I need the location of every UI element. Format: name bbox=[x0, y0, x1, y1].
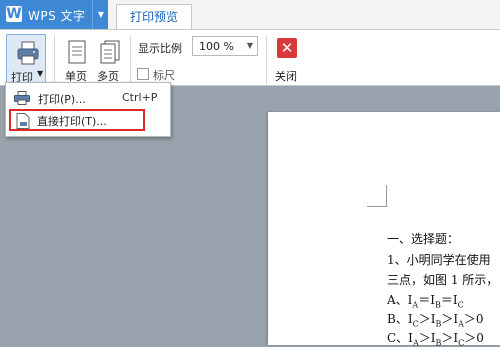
close-label: 关闭 bbox=[275, 70, 297, 83]
menu-item-print-label: 打印(P)... bbox=[38, 93, 86, 106]
w-logo-icon: W bbox=[6, 6, 22, 22]
document-line: 一、选择题： bbox=[387, 232, 460, 246]
ruler-checkbox[interactable] bbox=[137, 68, 149, 80]
printer-icon bbox=[14, 91, 30, 105]
ruler-label: 标尺 bbox=[153, 69, 175, 82]
ribbon-divider bbox=[266, 36, 267, 84]
ribbon-divider bbox=[130, 36, 131, 84]
chevron-down-icon: ▼ bbox=[246, 41, 253, 50]
ribbon-toolbar: 打印 ▼ 单页 多页 显示比例 100 % ▼ 标尺 ✕ 关闭 bbox=[0, 29, 500, 86]
menu-item-direct-print[interactable]: 直接打印(T)... bbox=[9, 109, 145, 131]
printer-icon bbox=[17, 41, 39, 65]
ribbon-divider bbox=[54, 36, 55, 84]
direct-print-icon bbox=[16, 113, 30, 129]
document-line: 三点，如图 1 所示， bbox=[387, 273, 499, 287]
print-button[interactable]: 打印 ▼ bbox=[6, 34, 46, 86]
title-bar: W WPS 文字 ▼ 打印预览 bbox=[0, 0, 500, 29]
app-title: WPS 文字 bbox=[28, 9, 86, 23]
close-preview-button[interactable]: ✕ 关闭 bbox=[274, 34, 302, 86]
close-icon: ✕ bbox=[277, 38, 297, 58]
multi-page-button[interactable]: 多页 bbox=[92, 34, 124, 86]
multi-page-icon bbox=[100, 40, 120, 64]
margin-corner-mark bbox=[367, 185, 387, 207]
zoom-value: 100 % bbox=[199, 40, 234, 53]
document-line: A、IA＝IB＝IC bbox=[387, 293, 464, 310]
menu-item-print[interactable]: 打印(P)... Ctrl+P bbox=[6, 87, 170, 109]
document-line: 1、小明同学在使用 bbox=[387, 253, 491, 267]
print-dropdown-menu: 打印(P)... Ctrl+P 直接打印(T)... bbox=[5, 82, 171, 137]
single-page-button[interactable]: 单页 bbox=[60, 34, 92, 86]
zoom-label: 显示比例 bbox=[138, 42, 182, 55]
app-menu-button[interactable]: W WPS 文字 ▼ bbox=[0, 0, 108, 29]
document-line: C、IA＞IB＞IC＞0 bbox=[387, 331, 484, 347]
single-page-icon bbox=[68, 40, 86, 64]
tab-print-preview[interactable]: 打印预览 bbox=[116, 4, 192, 29]
chevron-down-icon: ▼ bbox=[37, 69, 44, 78]
zoom-select[interactable]: 100 % ▼ bbox=[192, 36, 258, 56]
dropdown-arrow-icon[interactable]: ▼ bbox=[92, 0, 109, 29]
menu-item-direct-print-label: 直接打印(T)... bbox=[37, 115, 107, 128]
document-line: B、IC＞IB＞IA＞0 bbox=[387, 312, 484, 329]
menu-item-print-shortcut: Ctrl+P bbox=[122, 91, 158, 104]
